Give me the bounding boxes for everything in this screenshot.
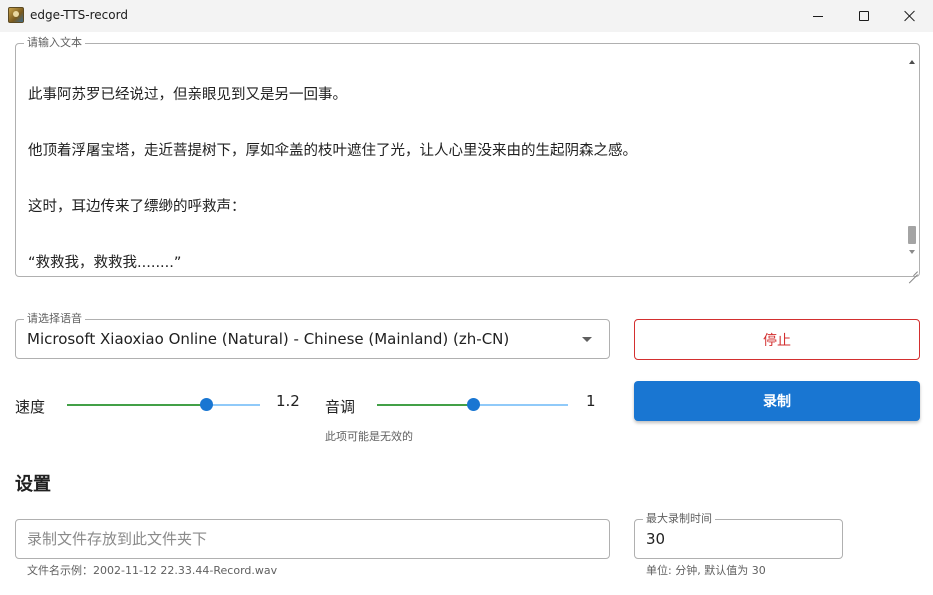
close-icon	[904, 10, 916, 22]
stop-button[interactable]: 停止	[634, 319, 920, 360]
settings-title: 设置	[15, 474, 51, 495]
max-time-field[interactable]: 最大录制时间	[634, 512, 843, 559]
voice-select[interactable]: 请选择语音 Microsoft Xiaoxiao Online (Natural…	[15, 312, 610, 359]
minimize-button[interactable]	[795, 0, 841, 32]
text-input-content[interactable]: 此事阿苏罗已经说过，但亲眼见到又是另一回事。 他顶着浮屠宝塔，走近菩提树下，厚如…	[28, 54, 898, 276]
pitch-label: 音调	[325, 398, 356, 416]
speed-slider-thumb[interactable]	[200, 398, 213, 411]
title-bar: edge-TTS-record	[0, 0, 933, 32]
text-paragraph: “救救我，救救我........”	[28, 255, 182, 271]
max-time-label: 最大录制时间	[643, 512, 715, 526]
pitch-slider-fill	[377, 404, 473, 406]
pitch-value: 1	[586, 392, 596, 410]
record-button[interactable]: 录制	[634, 381, 920, 421]
folder-helper-text: 文件名示例：2002-11-12 22.33.44-Record.wav	[27, 564, 278, 577]
voice-selected-value: Microsoft Xiaoxiao Online (Natural) - Ch…	[27, 330, 510, 348]
text-paragraph: 此事阿苏罗已经说过，但亲眼见到又是另一回事。	[28, 87, 347, 103]
app-icon	[8, 7, 24, 23]
text-input-label: 请输入文本	[24, 36, 85, 50]
scrollbar-thumb[interactable]	[908, 226, 916, 244]
folder-input[interactable]	[15, 519, 610, 559]
max-time-helper-text: 单位: 分钟, 默认值为 30	[646, 564, 766, 577]
pitch-slider[interactable]	[377, 398, 568, 411]
speed-slider-fill	[67, 404, 206, 406]
maximize-icon	[859, 11, 869, 21]
text-paragraph: 这时，耳边传来了缥缈的呼救声：	[28, 199, 246, 215]
speed-label: 速度	[15, 398, 46, 416]
chevron-down-icon	[582, 337, 592, 342]
max-time-input[interactable]	[646, 528, 826, 550]
pitch-slider-thumb[interactable]	[467, 398, 480, 411]
window-title: edge-TTS-record	[30, 8, 128, 22]
text-paragraph: 他顶着浮屠宝塔，走近菩提树下，厚如伞盖的枝叶遮住了光，让人心里没来由的生起阴森之…	[28, 143, 637, 159]
voice-select-label: 请选择语音	[24, 312, 85, 326]
close-button[interactable]	[887, 0, 933, 32]
maximize-button[interactable]	[841, 0, 887, 32]
app-window: edge-TTS-record 请输入文本 此事阿苏罗已经说过，但亲眼见到又是另…	[0, 0, 933, 595]
text-scrollbar[interactable]	[906, 52, 918, 270]
pitch-hint: 此项可能是无效的	[325, 430, 413, 443]
speed-value: 1.2	[276, 392, 300, 410]
resize-grip-icon[interactable]	[908, 265, 918, 275]
text-input-area[interactable]: 请输入文本 此事阿苏罗已经说过，但亲眼见到又是另一回事。 他顶着浮屠宝塔，走近菩…	[15, 36, 920, 277]
minimize-icon	[813, 15, 823, 17]
scroll-down-icon[interactable]	[909, 250, 915, 254]
scroll-up-icon[interactable]	[909, 60, 915, 64]
speed-slider[interactable]	[67, 398, 260, 411]
